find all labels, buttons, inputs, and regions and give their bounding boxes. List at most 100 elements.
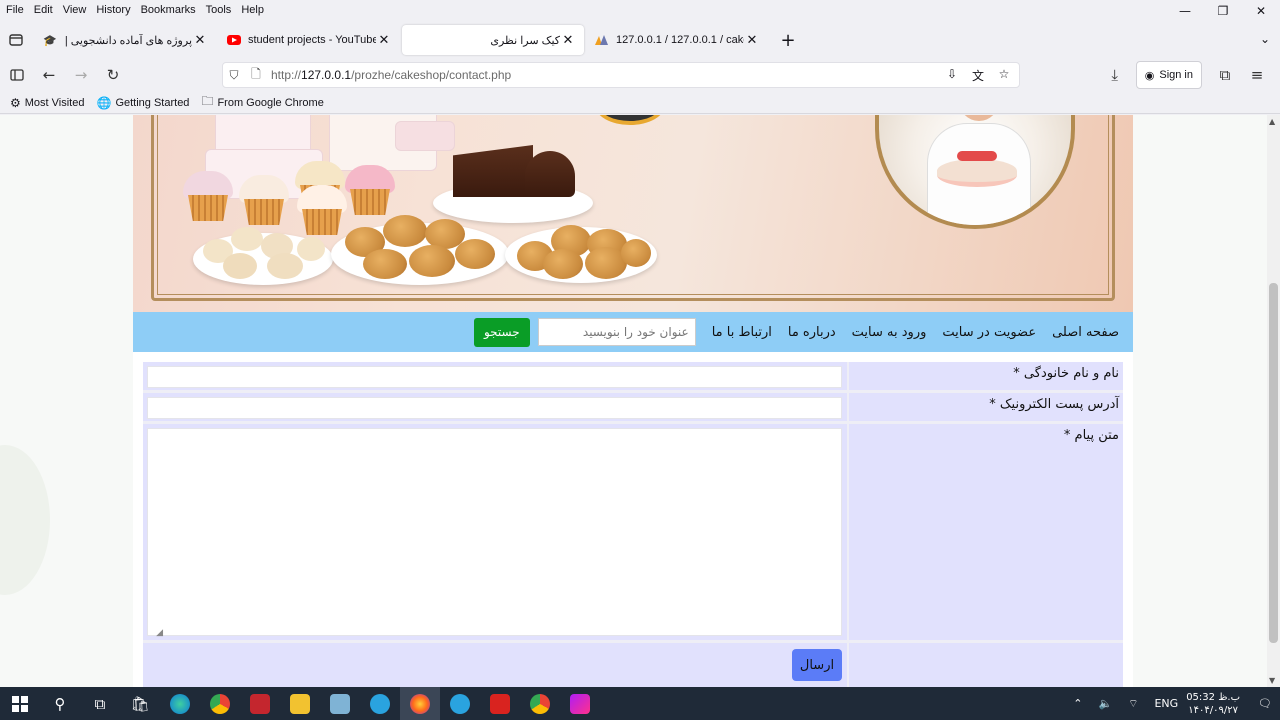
address-bar[interactable]: ⛉ 🗋 http://127.0.0.1/prozhe/cakeshop/con… bbox=[222, 62, 1020, 88]
clock-time: 05:32 ب.ظ bbox=[1186, 691, 1241, 703]
tab-title: student projects - YouTube bbox=[248, 34, 376, 46]
scroll-down-icon[interactable]: ▼ bbox=[1269, 676, 1275, 685]
nav-link-login[interactable]: ورود به سایت bbox=[852, 325, 927, 340]
volume-icon[interactable]: 🔈 bbox=[1098, 697, 1112, 710]
firefox-icon[interactable] bbox=[400, 687, 440, 720]
message-textarea[interactable] bbox=[147, 428, 842, 636]
submit-field-cell: ارسال bbox=[143, 643, 847, 687]
menu-bookmarks[interactable]: Bookmarks bbox=[141, 4, 196, 16]
message-field-cell: ◢ bbox=[143, 424, 847, 640]
nav-link-contact[interactable]: ارتباط با ما bbox=[712, 325, 772, 340]
name-input[interactable] bbox=[147, 366, 842, 388]
clock[interactable]: 05:32 ب.ظ ۱۴۰۴/۰۹/۲۷ bbox=[1186, 691, 1240, 717]
nav-link-home[interactable]: صفحه اصلی bbox=[1052, 325, 1119, 340]
translate-icon[interactable]: 文 bbox=[967, 67, 989, 84]
chrome-icon[interactable] bbox=[200, 687, 240, 720]
scroll-up-icon[interactable]: ▲ bbox=[1269, 117, 1275, 126]
submit-button[interactable]: ارسال bbox=[792, 649, 842, 681]
tab-student-projects-site[interactable]: 🎓 پروژه های آماده دانشجویی | دانلو ✕ bbox=[34, 25, 216, 55]
notes-app-icon[interactable] bbox=[320, 687, 360, 720]
header-banner-image bbox=[133, 115, 1133, 312]
downloads-icon[interactable]: ⤓ bbox=[1100, 60, 1130, 90]
file-explorer-icon[interactable] bbox=[280, 687, 320, 720]
telegram-icon[interactable] bbox=[440, 687, 480, 720]
cupcake-illustration bbox=[181, 171, 235, 223]
background-decoration bbox=[0, 445, 50, 595]
name-field-cell bbox=[143, 362, 847, 390]
menu-help[interactable]: Help bbox=[241, 4, 264, 16]
nav-link-about[interactable]: درباره ما bbox=[788, 325, 836, 340]
vertical-scrollbar[interactable]: ▲ ▼ bbox=[1267, 115, 1280, 687]
app-red-icon[interactable] bbox=[240, 687, 280, 720]
new-tab-button[interactable]: + bbox=[774, 26, 802, 54]
back-arrow-icon[interactable]: ← bbox=[34, 60, 64, 90]
acrobat-icon[interactable] bbox=[480, 687, 520, 720]
close-tab-icon[interactable]: ✕ bbox=[376, 32, 392, 48]
sidebar-toggle-icon[interactable] bbox=[2, 60, 32, 90]
task-view-icon[interactable]: ⧉ bbox=[80, 687, 120, 720]
resize-handle-icon[interactable]: ◢ bbox=[156, 628, 163, 638]
page-icon[interactable]: 🗋 bbox=[245, 65, 267, 86]
shield-icon[interactable]: ⛉ bbox=[223, 68, 245, 83]
folder-icon: 🗀 bbox=[201, 94, 214, 108]
network-icon[interactable]: ⌔ bbox=[1128, 697, 1138, 711]
language-indicator[interactable]: ENG bbox=[1154, 697, 1178, 710]
email-field-cell bbox=[143, 393, 847, 421]
chevron-down-icon[interactable]: ⌄ bbox=[1260, 32, 1270, 46]
bookmark-getting-started[interactable]: 🌐 Getting Started bbox=[96, 96, 189, 110]
clock-date: ۱۴۰۴/۰۹/۲۷ bbox=[1188, 704, 1238, 716]
forward-arrow-icon[interactable]: → bbox=[66, 60, 96, 90]
chevron-up-icon[interactable]: ⌃ bbox=[1073, 697, 1082, 710]
reload-icon[interactable]: ↻ bbox=[98, 60, 128, 90]
form-row-email: آدرس پست الکترونیک * bbox=[143, 393, 1123, 421]
phpmyadmin-icon bbox=[594, 32, 610, 48]
menu-view[interactable]: View bbox=[63, 4, 87, 16]
tab-cake-sara[interactable]: کیک سرا نظری ✕ bbox=[402, 25, 584, 55]
tab-list-button[interactable] bbox=[0, 22, 32, 58]
account-icon: ◉ bbox=[1144, 69, 1155, 82]
site-navigation: صفحه اصلی عضویت در سایت ورود به سایت درب… bbox=[133, 312, 1133, 352]
minimize-button[interactable]: — bbox=[1166, 0, 1204, 22]
notification-icon[interactable]: 🗨 bbox=[1258, 697, 1272, 710]
tab-title: 127.0.0.1 / 127.0.0.1 / cakeshop bbox=[616, 34, 744, 46]
menu-bar: File Edit View History Bookmarks Tools H… bbox=[0, 0, 1280, 20]
menu-file[interactable]: File bbox=[6, 4, 24, 16]
telegram-icon[interactable] bbox=[360, 687, 400, 720]
close-window-button[interactable]: ✕ bbox=[1242, 0, 1280, 22]
search-input[interactable]: عنوان خود را بنویسید bbox=[537, 318, 696, 346]
search-button[interactable]: جستجو bbox=[473, 317, 530, 347]
scrollbar-thumb[interactable] bbox=[1269, 283, 1278, 643]
app-menu-icon[interactable]: ≡ bbox=[1242, 60, 1272, 90]
bookmark-from-google-chrome[interactable]: 🗀 From Google Chrome bbox=[201, 92, 323, 113]
phpstorm-icon[interactable] bbox=[560, 687, 600, 720]
close-tab-icon[interactable]: ✕ bbox=[560, 32, 576, 48]
nav-link-register[interactable]: عضویت در سایت bbox=[942, 325, 1036, 340]
tab-youtube[interactable]: student projects - YouTube ✕ bbox=[218, 25, 400, 55]
download-page-icon[interactable]: ⇩ bbox=[941, 67, 963, 84]
close-tab-icon[interactable]: ✕ bbox=[744, 32, 760, 48]
sign-in-button[interactable]: ◉ Sign in bbox=[1135, 61, 1202, 89]
message-label: متن پیام * bbox=[849, 424, 1123, 640]
menu-history[interactable]: History bbox=[96, 4, 130, 16]
menu-edit[interactable]: Edit bbox=[34, 4, 53, 16]
url-text[interactable]: http://127.0.0.1/prozhe/cakeshop/contact… bbox=[271, 68, 941, 82]
star-bookmark-icon[interactable]: ☆ bbox=[993, 67, 1015, 84]
start-windows-icon[interactable] bbox=[0, 687, 40, 720]
submit-label-cell bbox=[849, 643, 1123, 687]
window-controls: — ❐ ✕ bbox=[1166, 0, 1280, 22]
close-tab-icon[interactable]: ✕ bbox=[192, 32, 208, 48]
menu-tools[interactable]: Tools bbox=[206, 4, 232, 16]
extensions-icon[interactable]: ⧉ bbox=[1210, 60, 1240, 90]
email-input[interactable] bbox=[147, 397, 842, 419]
store-icon[interactable]: 🛍 bbox=[120, 687, 160, 720]
edge-icon[interactable] bbox=[160, 687, 200, 720]
maximize-button[interactable]: ❐ bbox=[1204, 0, 1242, 22]
chrome-icon[interactable] bbox=[520, 687, 560, 720]
search-icon[interactable]: ⚲ bbox=[40, 687, 80, 720]
form-row-submit: ارسال bbox=[143, 643, 1123, 687]
tab-phpmyadmin[interactable]: 127.0.0.1 / 127.0.0.1 / cakeshop ✕ bbox=[586, 25, 768, 55]
windows-taskbar: ⚲ ⧉ 🛍 ⌃ 🔈 ⌔ ENG 05:32 ب.ظ ۱۴۰۴/۰۹/۲۷ 🗨 bbox=[0, 687, 1280, 720]
form-row-message: متن پیام * ◢ bbox=[143, 424, 1123, 640]
sign-in-label: Sign in bbox=[1159, 69, 1193, 81]
bookmark-most-visited[interactable]: ⚙ Most Visited bbox=[10, 96, 84, 110]
